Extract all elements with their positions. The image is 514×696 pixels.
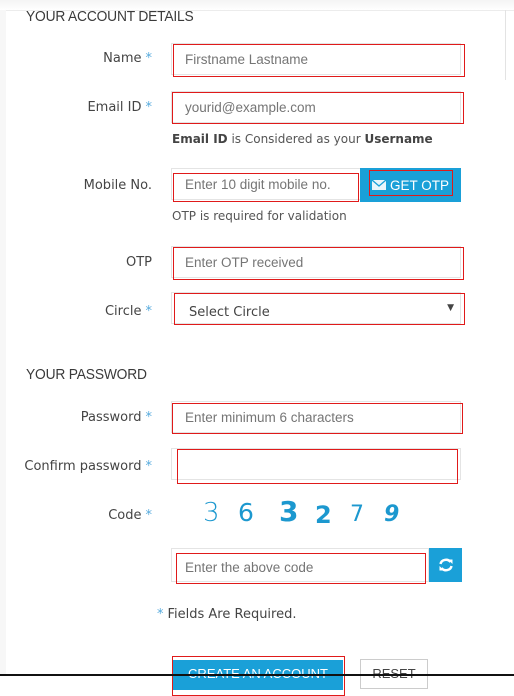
name-field[interactable]: [171, 43, 465, 77]
confirm-password-label: Confirm password *: [24, 459, 152, 474]
password-input[interactable]: [185, 402, 435, 432]
captcha-digit: 3: [279, 495, 299, 528]
captcha-digit: 7: [350, 502, 364, 527]
password-section-title: YOUR PASSWORD: [26, 366, 147, 383]
password-label: Password *: [80, 410, 152, 425]
mobile-label: Mobile No.: [83, 178, 152, 193]
name-input[interactable]: [185, 44, 435, 74]
required-fields-note: * Fields Are Required.: [157, 607, 297, 622]
email-field[interactable]: [171, 91, 464, 124]
captcha-digit: 3: [203, 498, 220, 528]
get-otp-button[interactable]: GET OTP: [360, 168, 461, 202]
refresh-icon: [438, 558, 453, 572]
confirm-password-input[interactable]: [185, 449, 435, 479]
otp-field[interactable]: [171, 246, 464, 280]
captcha-digit: 6: [238, 498, 254, 527]
chevron-down-icon: ▼: [447, 303, 454, 313]
code-field[interactable]: [171, 548, 435, 584]
get-otp-highlight: [369, 170, 453, 196]
password-field[interactable]: [171, 401, 463, 434]
code-label: Code *: [108, 508, 152, 523]
confirm-password-field[interactable]: [171, 448, 461, 484]
required-mark: *: [145, 51, 153, 66]
captcha-digit: 9: [384, 502, 400, 527]
email-label: Email ID *: [87, 100, 152, 115]
circle-select[interactable]: Select Circle ▼: [171, 292, 465, 325]
mobile-input[interactable]: [185, 169, 355, 199]
name-label: Name *: [103, 51, 152, 66]
account-details-title: YOUR ACCOUNT DETAILS: [26, 8, 194, 25]
left-edge: [0, 10, 6, 676]
code-input[interactable]: [185, 551, 435, 583]
otp-input[interactable]: [185, 247, 435, 277]
refresh-code-button[interactable]: [429, 548, 462, 582]
email-help-text: Email ID is Considered as your Username: [172, 132, 433, 146]
mobile-help-text: OTP is required for validation: [172, 209, 347, 223]
email-input[interactable]: [185, 92, 435, 122]
otp-label: OTP: [125, 255, 152, 270]
create-account-highlight: [172, 656, 345, 696]
circle-label: Circle *: [104, 304, 152, 319]
right-edge: [505, 10, 506, 80]
circle-selected-value: Select Circle: [189, 304, 270, 320]
captcha-digit: 2: [315, 501, 332, 529]
mobile-field[interactable]: [171, 168, 361, 202]
